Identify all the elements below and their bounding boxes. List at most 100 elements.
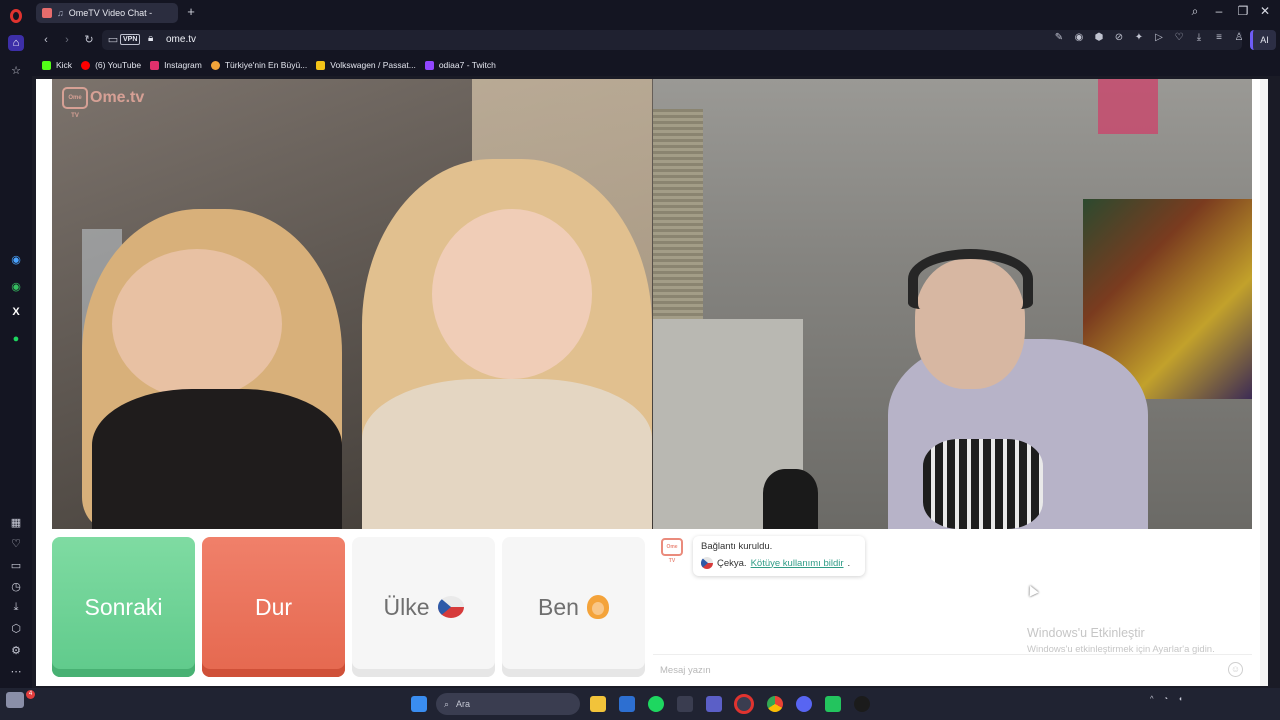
search-tabs-icon[interactable]: ⌕ — [1186, 4, 1204, 19]
settings-icon[interactable]: ⚙ — [8, 642, 24, 658]
woman-avatar-icon — [586, 595, 609, 619]
ometv-chat-logo-icon: Ome TV — [661, 538, 683, 564]
messenger-icon[interactable]: ◉ — [8, 251, 24, 267]
microphone — [763, 469, 818, 529]
back-icon[interactable]: ‹ — [39, 33, 53, 47]
x-icon[interactable]: X — [8, 304, 24, 320]
reload-icon[interactable]: ↻ — [82, 33, 96, 47]
star-icon[interactable]: ☆ — [8, 62, 24, 78]
lock-icon[interactable]: 🔒︎ — [148, 33, 153, 44]
partner-country: Çekya. — [717, 557, 747, 569]
tab-ometv[interactable]: ♫ OmeTV Video Chat - — [36, 3, 178, 23]
camera-tab-icon[interactable]: ▭ — [106, 33, 120, 47]
connection-status: Bağlantı kuruldu. — [701, 541, 773, 552]
file-explorer-icon[interactable] — [590, 696, 606, 712]
teams-icon[interactable] — [706, 696, 722, 712]
blanket — [923, 439, 1043, 529]
czech-flag-icon — [437, 596, 464, 618]
close-icon[interactable]: ✕ — [1256, 4, 1274, 18]
system-tray[interactable]: ^ ◔ ◖ — [1150, 694, 1183, 703]
start-icon[interactable] — [411, 696, 427, 712]
shield-icon[interactable]: ⬢ — [1093, 32, 1105, 44]
windows-activation-watermark: Windows'u Etkinleştir Windows'u etkinleş… — [1027, 626, 1215, 655]
bookmarks-bar: Kick (6) YouTube Instagram Türkiye'nin E… — [32, 54, 1280, 76]
downloads-icon[interactable]: ⤓ — [1193, 32, 1205, 44]
opera-logo-icon[interactable] — [8, 8, 24, 24]
tv-logo-icon: Ome TV — [62, 87, 88, 119]
app-green-icon[interactable] — [825, 696, 841, 712]
country-button[interactable]: Ülke — [352, 537, 495, 677]
bookmark-kick[interactable]: Kick — [42, 60, 72, 70]
twitch-icon — [424, 60, 434, 70]
chevron-up-icon[interactable]: ^ — [1150, 694, 1154, 703]
extension-icon[interactable]: ✦ — [1133, 32, 1145, 44]
spotify-icon[interactable]: ● — [8, 331, 24, 347]
minimize-icon[interactable]: – — [1210, 4, 1228, 18]
bookmark-volkswagen[interactable]: Volkswagen / Passat... — [316, 60, 416, 70]
heart-outline-icon[interactable]: ♡ — [1173, 32, 1185, 44]
sahibinden-icon — [316, 60, 326, 70]
tab-bar: ♫ OmeTV Video Chat - + ⌕ – ❐ ✕ — [32, 0, 1280, 26]
czech-flag-icon — [701, 557, 713, 569]
outlook-icon[interactable] — [619, 696, 635, 712]
search-icon: ⌕ — [444, 698, 450, 709]
more-icon[interactable]: ⋯ — [8, 663, 24, 679]
self-video — [653, 79, 1252, 529]
headphones — [908, 249, 1033, 309]
home-icon[interactable]: ⌂ — [8, 35, 24, 51]
next-button[interactable]: Sonraki — [52, 537, 195, 677]
forward-icon[interactable]: › — [60, 33, 74, 47]
pinboard-icon[interactable]: ▭ — [8, 557, 24, 573]
profile-icon[interactable]: ♙ — [1233, 32, 1245, 44]
snapshot-icon[interactable]: ◉ — [1073, 32, 1085, 44]
emoji-icon[interactable]: ☺ — [1228, 662, 1243, 677]
heart-icon[interactable]: ♡ — [8, 535, 24, 551]
address-row: ‹ › ↻ ▭ VPN 🔒︎ ome.tv ✎ ◉ ⬢ ⊘ ✦ ▷ ♡ ⤓ ≡ … — [32, 26, 1280, 54]
message-input[interactable] — [660, 662, 1200, 678]
ometv-favicon-icon — [42, 8, 52, 18]
weather-widget[interactable]: 4 — [6, 690, 35, 708]
person-clothes — [92, 389, 342, 529]
network-icon[interactable]: ◔ — [1164, 694, 1169, 703]
kick-icon — [42, 60, 51, 70]
scrollbar[interactable] — [1260, 79, 1268, 686]
message-bar: ☺ — [653, 654, 1252, 684]
taskbar-search[interactable]: ⌕ Ara — [436, 693, 580, 715]
opera-taskbar-icon[interactable] — [734, 694, 754, 714]
control-buttons: Sonraki Dur Ülke Ben — [52, 537, 645, 679]
app-icon[interactable] — [677, 696, 693, 712]
stop-button[interactable]: Dur — [202, 537, 345, 677]
logo-text: Ome.tv — [90, 89, 145, 106]
mouse-cursor-icon — [1025, 583, 1039, 597]
whatsapp-icon[interactable]: ◉ — [8, 278, 24, 294]
url-text[interactable]: ome.tv — [166, 34, 196, 45]
restore-icon[interactable]: ❐ — [1234, 4, 1252, 18]
edit-icon[interactable]: ✎ — [1053, 32, 1065, 44]
workspaces-icon[interactable]: ▦ — [8, 514, 24, 530]
obs-icon[interactable] — [854, 696, 870, 712]
bookmark-turkiye[interactable]: Türkiye'nin En Büyü... — [210, 60, 307, 70]
new-tab-button[interactable]: + — [184, 5, 198, 19]
report-abuse-link[interactable]: Kötüye kullanımı bildir — [751, 558, 844, 569]
spotify-taskbar-icon[interactable] — [648, 696, 664, 712]
bookmark-twitch[interactable]: odiaa7 - Twitch — [424, 60, 496, 70]
vpn-badge[interactable]: VPN — [120, 34, 141, 45]
system-message: Bağlantı kuruldu. Çekya. Kötüye kullanım… — [693, 536, 865, 576]
person-face — [112, 249, 282, 399]
person-clothes — [362, 379, 652, 529]
discord-icon[interactable] — [796, 696, 812, 712]
address-bar[interactable]: ▭ VPN 🔒︎ ome.tv — [102, 30, 1242, 50]
windows-taskbar: 4 ⌕ Ara ^ ◔ ◖ — [0, 688, 1280, 720]
chrome-icon[interactable] — [767, 696, 783, 712]
menu-icon[interactable]: ≡ — [1213, 32, 1225, 44]
bookmark-youtube[interactable]: (6) YouTube — [81, 60, 141, 70]
download-icon[interactable]: ⤓ — [8, 599, 24, 615]
extensions-icon[interactable]: ⬡ — [8, 620, 24, 636]
aria-ai-button[interactable]: AI — [1250, 30, 1276, 50]
play-icon[interactable]: ▷ — [1153, 32, 1165, 44]
history-icon[interactable]: ◷ — [8, 578, 24, 594]
bookmark-instagram[interactable]: Instagram — [150, 60, 202, 70]
adblock-icon[interactable]: ⊘ — [1113, 32, 1125, 44]
me-button[interactable]: Ben — [502, 537, 645, 677]
volume-icon[interactable]: ◖ — [1178, 694, 1183, 703]
